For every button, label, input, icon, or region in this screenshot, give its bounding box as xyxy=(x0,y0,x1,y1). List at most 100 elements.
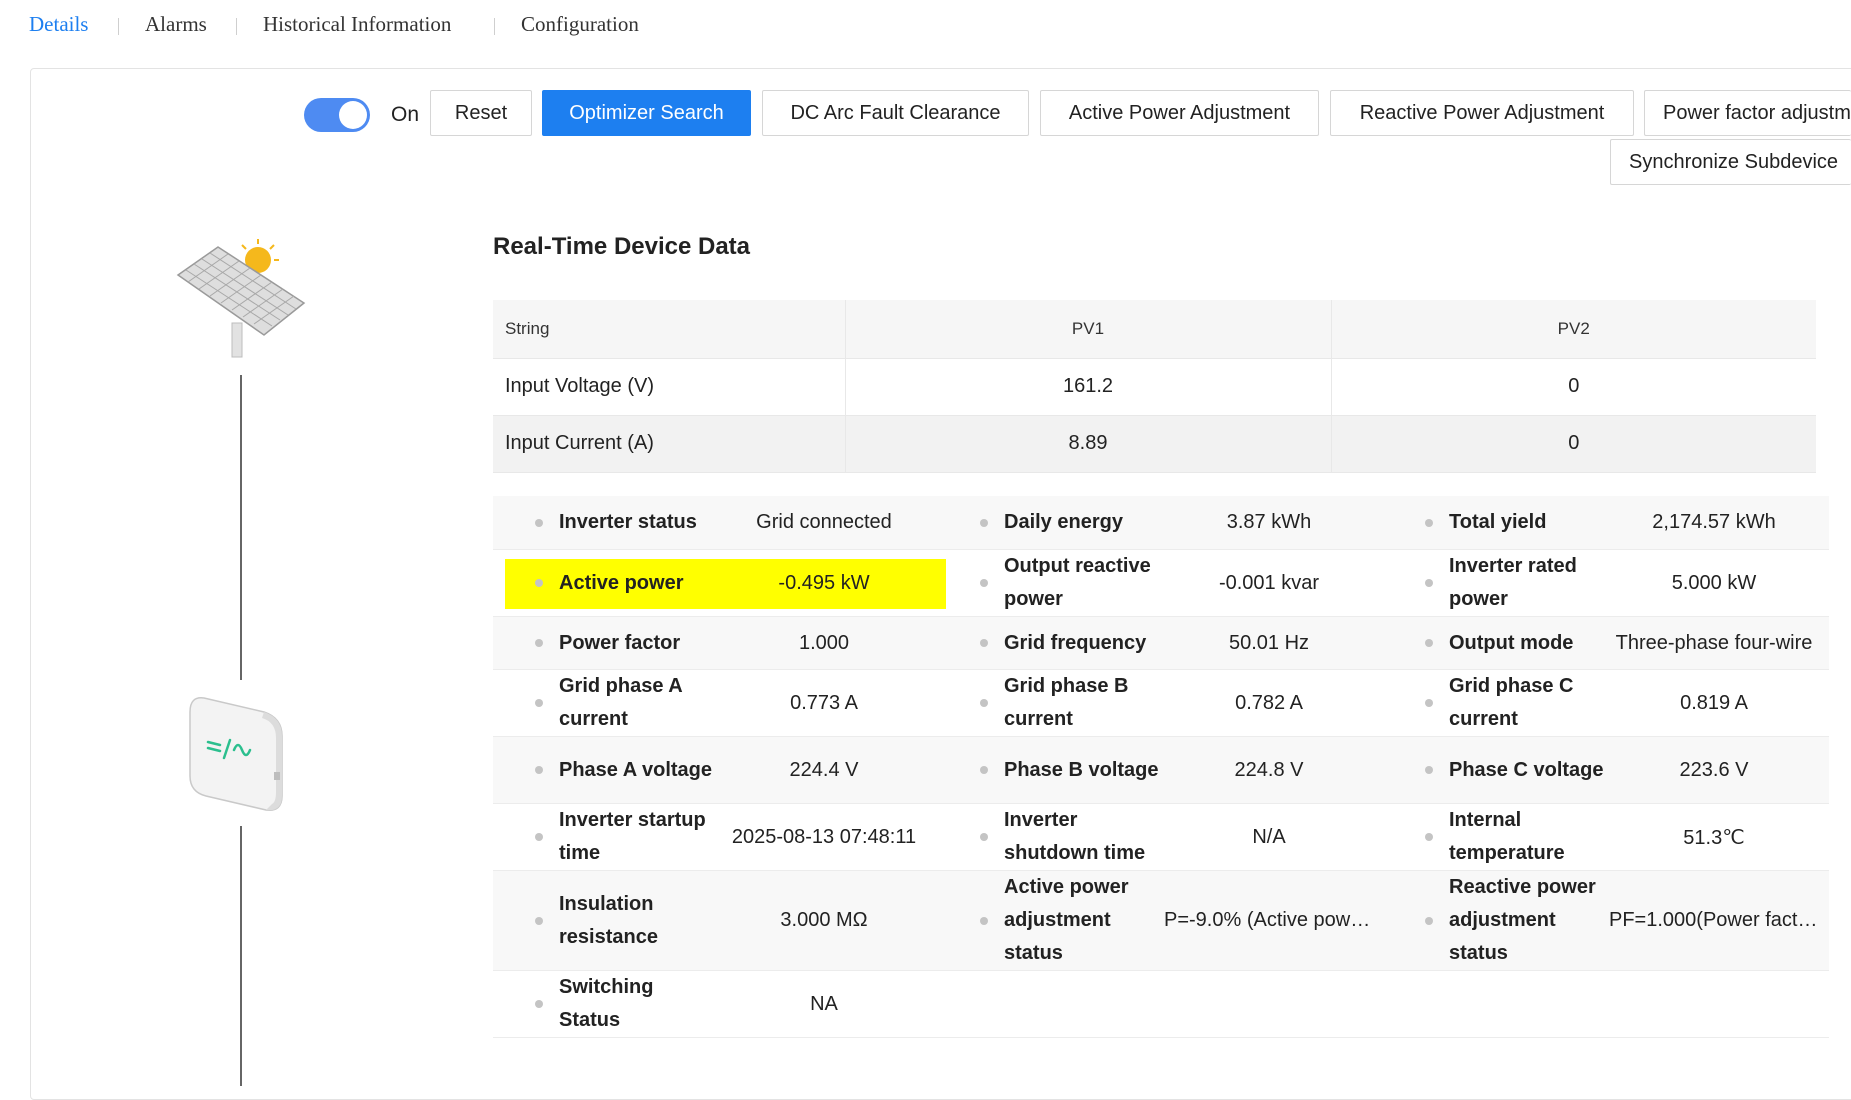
data-item: Output reactive power -0.001 kvar xyxy=(938,550,1383,616)
tab-configuration[interactable]: Configuration xyxy=(521,12,639,37)
active-power-adjustment-button[interactable]: Active Power Adjustment xyxy=(1040,90,1319,136)
data-item: Inverter shutdown time N/A xyxy=(938,804,1383,870)
bullet-icon xyxy=(1425,639,1433,647)
data-value: -0.495 kW xyxy=(778,571,870,594)
reactive-power-adjustment-button[interactable]: Reactive Power Adjustment xyxy=(1330,90,1634,136)
reset-button[interactable]: Reset xyxy=(430,90,532,136)
data-value: 224.8 V xyxy=(1234,758,1304,781)
solar-panel-icon xyxy=(170,235,310,365)
bullet-icon xyxy=(1425,916,1433,925)
data-item: Grid frequency 50.01 Hz xyxy=(938,617,1383,669)
toggle-knob xyxy=(339,101,367,129)
data-item: Phase A voltage 224.4 V xyxy=(493,737,938,803)
data-value: 2025-08-13 07:48:11 xyxy=(731,825,917,848)
data-label: Inverter status xyxy=(559,511,697,533)
data-item: Insulation resistance 3.000 MΩ xyxy=(493,871,938,970)
header-pv2: PV2 xyxy=(1331,300,1816,359)
data-value: PF=1.000(Power factor) xyxy=(1609,909,1819,931)
connection-line xyxy=(240,826,242,1086)
data-item: Inverter rated power 5.000 kW xyxy=(1383,550,1828,616)
data-row: Inverter startup time 2025-08-13 07:48:1… xyxy=(493,804,1829,871)
power-factor-adjustment-button[interactable]: Power factor adjustment xyxy=(1644,90,1851,136)
data-value: 3.87 kWh xyxy=(1226,511,1312,533)
data-label: Grid phase B current xyxy=(1004,675,1129,730)
data-label: Inverter rated power xyxy=(1449,555,1577,610)
bullet-icon xyxy=(535,766,543,774)
data-value: 2,174.57 kWh xyxy=(1652,511,1776,533)
dc-arc-fault-clearance-button[interactable]: DC Arc Fault Clearance xyxy=(762,90,1029,136)
bullet-icon xyxy=(980,766,988,774)
tab-details[interactable]: Details xyxy=(29,12,88,37)
data-value: 224.4 V xyxy=(789,758,859,781)
data-value: Three-phase four-wire xyxy=(1615,631,1813,654)
tab-historical-information[interactable]: Historical Information xyxy=(263,12,451,37)
data-label: Switching Status xyxy=(559,976,654,1031)
data-item: Daily energy 3.87 kWh xyxy=(938,496,1383,549)
synchronize-subdevice-button[interactable]: Synchronize Subdevice xyxy=(1610,139,1851,185)
data-value: P=-9.0% (Active power) xyxy=(1164,909,1374,931)
data-value: N/A xyxy=(1252,825,1286,848)
device-data-grid: Inverter status Grid connected Daily ene… xyxy=(493,496,1829,1038)
table-row: Input Current (A) 8.89 0 xyxy=(493,415,1816,473)
tab-alarms[interactable]: Alarms xyxy=(145,12,207,37)
power-toggle[interactable] xyxy=(304,98,370,132)
data-item: Inverter startup time 2025-08-13 07:48:1… xyxy=(493,804,938,870)
data-row: Inverter status Grid connected Daily ene… xyxy=(493,496,1829,550)
connection-line xyxy=(240,375,242,680)
bullet-icon xyxy=(1425,766,1433,774)
bullet-icon xyxy=(1425,699,1433,707)
data-label: Daily energy xyxy=(1004,511,1123,533)
data-item: Grid phase A current 0.773 A xyxy=(493,670,938,736)
data-item-active-power: Active power -0.495 kW xyxy=(493,550,946,616)
section-title: Real-Time Device Data xyxy=(493,233,751,260)
bullet-icon xyxy=(980,518,988,527)
string-table-header: String PV1 PV2 xyxy=(493,300,1816,359)
header-pv1: PV1 xyxy=(845,300,1332,359)
data-label: Phase B voltage xyxy=(1004,758,1159,781)
bullet-icon xyxy=(980,639,988,647)
data-label: Power factor xyxy=(559,631,681,654)
data-item: Active power adjustment status P=-9.0% (… xyxy=(938,871,1383,970)
data-row: Phase A voltage 224.4 V Phase B voltage … xyxy=(493,737,1829,804)
data-value: 3.000 MΩ xyxy=(780,909,868,931)
data-value: 0.782 A xyxy=(1235,691,1303,714)
toggle-label: On xyxy=(391,103,420,126)
data-value: 50.01 Hz xyxy=(1228,631,1310,654)
header-string: String xyxy=(493,300,846,359)
data-value: NA xyxy=(810,992,838,1015)
optimizer-search-button[interactable]: Optimizer Search xyxy=(542,90,751,136)
data-label: Internal temperature xyxy=(1449,809,1565,864)
string-table: String PV1 PV2 Input Voltage (V) 161.2 0… xyxy=(493,300,1816,473)
data-item: Phase C voltage 223.6 V xyxy=(1383,737,1828,803)
data-row: Grid phase A current 0.773 A Grid phase … xyxy=(493,670,1829,737)
row-label: Input Current (A) xyxy=(493,415,846,473)
data-value: Grid connected xyxy=(756,511,892,533)
data-row: Insulation resistance 3.000 MΩ Active po… xyxy=(493,871,1829,971)
data-label: Grid phase A current xyxy=(559,675,682,730)
bullet-icon xyxy=(535,916,543,925)
pv1-value: 8.89 xyxy=(845,415,1332,473)
data-value: -0.001 kvar xyxy=(1218,571,1320,594)
bullet-icon xyxy=(535,1000,543,1008)
bullet-icon xyxy=(535,699,543,707)
tab-separator xyxy=(118,18,119,35)
data-item: Internal temperature 51.3℃ xyxy=(1383,804,1828,870)
bullet-icon xyxy=(980,833,988,841)
data-row: Switching Status NA xyxy=(493,971,1829,1038)
data-label: Grid phase C current xyxy=(1449,675,1574,730)
data-label: Inverter startup time xyxy=(559,809,706,864)
pv2-value: 0 xyxy=(1331,358,1816,416)
data-value: 1.000 xyxy=(798,631,850,654)
data-item: Grid phase B current 0.782 A xyxy=(938,670,1383,736)
data-value: 223.6 V xyxy=(1679,758,1749,781)
data-item: Switching Status NA xyxy=(493,971,938,1037)
data-value: 0.773 A xyxy=(790,691,858,714)
data-item: Phase B voltage 224.8 V xyxy=(938,737,1383,803)
data-label: Output mode xyxy=(1449,631,1574,654)
data-label: Inverter shutdown time xyxy=(1004,809,1146,864)
data-label: Total yield xyxy=(1449,511,1547,533)
data-label: Phase C voltage xyxy=(1449,758,1604,781)
data-label: Active power xyxy=(559,571,684,594)
data-item: Grid phase C current 0.819 A xyxy=(1383,670,1828,736)
row-label: Input Voltage (V) xyxy=(493,358,846,416)
